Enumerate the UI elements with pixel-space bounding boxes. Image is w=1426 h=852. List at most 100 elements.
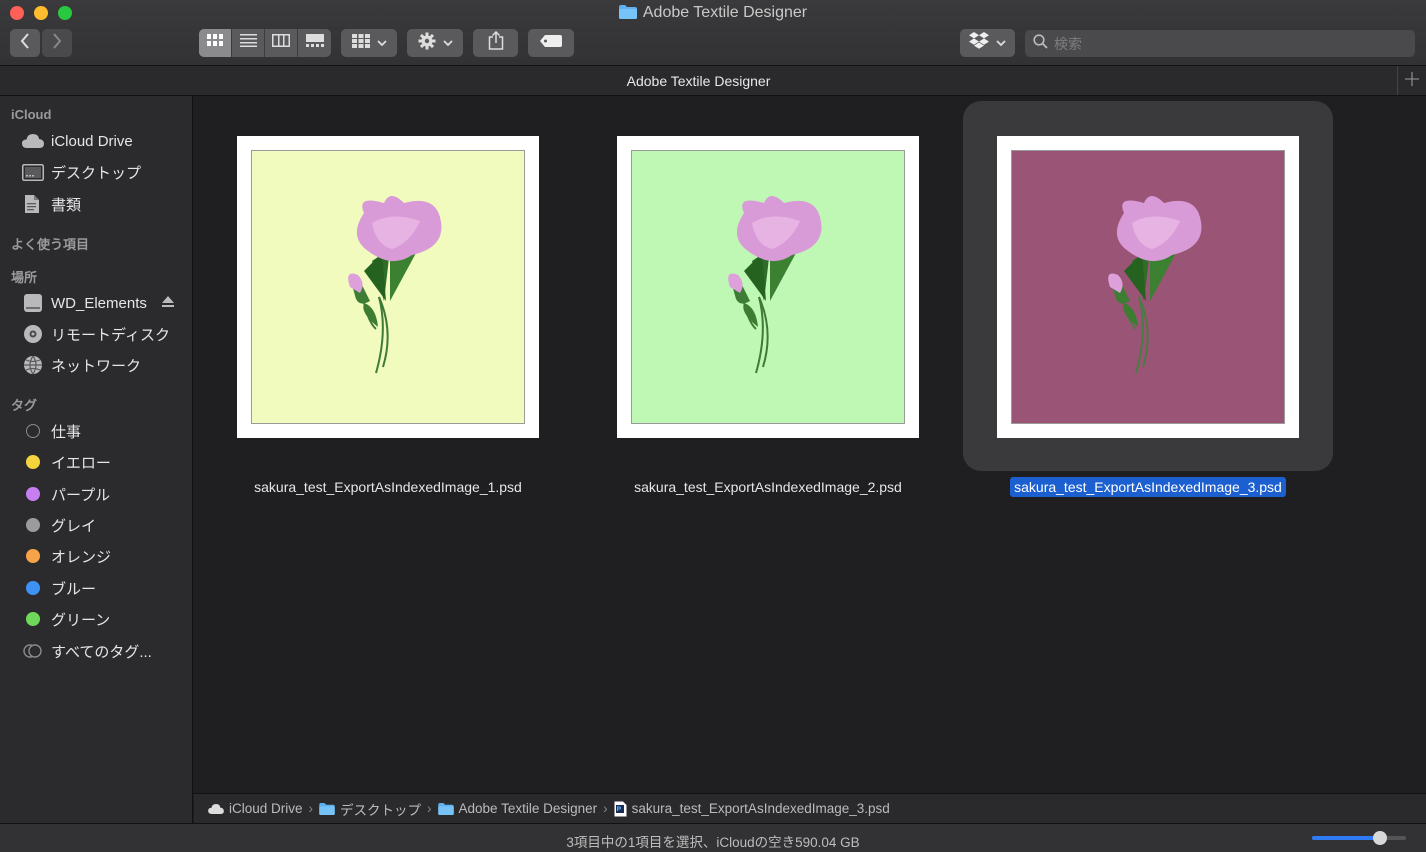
gallery-view-icon bbox=[305, 34, 324, 52]
file-name: sakura_test_ExportAsIndexedImage_2.psd bbox=[634, 479, 902, 495]
chevron-left-icon bbox=[20, 32, 30, 54]
tab-bar: Adobe Textile Designer bbox=[0, 66, 1426, 96]
sidebar-item-desktop[interactable]: デスクトップ bbox=[22, 160, 141, 184]
sidebar-item-tag-gray[interactable]: グレイ bbox=[22, 513, 96, 537]
action-button[interactable] bbox=[407, 29, 463, 57]
tag-button[interactable] bbox=[528, 29, 574, 57]
sidebar-item-tag-blue[interactable]: ブルー bbox=[22, 576, 96, 600]
sidebar-item-remote-disc[interactable]: リモートディスク bbox=[22, 322, 170, 346]
status-bar: 3項目中の1項目を選択、iCloudの空き590.04 GB bbox=[0, 823, 1426, 852]
path-separator-icon: › bbox=[603, 801, 608, 816]
sidebar-item-label: すべてのタグ... bbox=[51, 643, 152, 661]
file-name: sakura_test_ExportAsIndexedImage_1.psd bbox=[254, 479, 522, 495]
icon-size-slider[interactable] bbox=[1312, 831, 1406, 845]
sidebar-item-label: パープル bbox=[51, 486, 111, 504]
sidebar-section-tags: タグ bbox=[11, 398, 38, 413]
path-crumb-adobe-textile-designer[interactable]: Adobe Textile Designer bbox=[437, 801, 598, 816]
tag-dot-icon bbox=[22, 483, 44, 505]
window-title-text: Adobe Textile Designer bbox=[642, 4, 808, 21]
icon-size-slider-knob[interactable] bbox=[1373, 831, 1387, 845]
tag-dot-icon bbox=[22, 577, 44, 599]
new-tab-button[interactable] bbox=[1397, 66, 1426, 95]
share-button[interactable] bbox=[473, 29, 518, 57]
path-crumb-icloud-drive[interactable]: iCloud Drive bbox=[208, 801, 303, 816]
sidebar-item-label: デスクトップ bbox=[51, 164, 142, 182]
path-crumb-label: デスクトップ bbox=[340, 802, 422, 818]
file-name: sakura_test_ExportAsIndexedImage_3.psd bbox=[963, 477, 1333, 497]
sidebar-item-tag-yellow[interactable]: イエロー bbox=[22, 450, 111, 474]
cloud-icon bbox=[22, 130, 44, 152]
sidebar-item-tag-purple[interactable]: パープル bbox=[22, 482, 110, 506]
icon-view-icon bbox=[206, 34, 224, 52]
column-view-button[interactable] bbox=[265, 29, 298, 57]
sidebar-item-wd-elements[interactable]: WD_Elements bbox=[22, 291, 147, 315]
grid-icon bbox=[351, 33, 370, 53]
folder-icon bbox=[437, 802, 454, 815]
status-text: 3項目中の1項目を選択、iCloudの空き590.04 GB bbox=[566, 835, 860, 850]
eject-icon[interactable] bbox=[162, 295, 174, 307]
file-thumbnail-frame bbox=[203, 101, 573, 471]
path-separator-icon: › bbox=[427, 801, 432, 816]
gear-icon bbox=[418, 32, 436, 55]
all-tags-icon bbox=[22, 640, 44, 662]
view-mode-control bbox=[199, 29, 331, 57]
gallery-view-button[interactable] bbox=[298, 29, 331, 57]
path-crumb-file[interactable]: sakura_test_ExportAsIndexedImage_3.psd bbox=[614, 801, 890, 817]
icon-view-button[interactable] bbox=[199, 29, 232, 57]
sidebar-item-label: リモートディスク bbox=[51, 326, 170, 344]
sidebar-item-label: 仕事 bbox=[51, 423, 82, 441]
sidebar-item-label: イエロー bbox=[51, 454, 111, 472]
sidebar-item-label: ブルー bbox=[51, 580, 97, 598]
folder-icon bbox=[618, 5, 637, 24]
path-separator-icon: › bbox=[308, 801, 314, 816]
file-thumbnail bbox=[237, 136, 539, 438]
sidebar-item-label: 書類 bbox=[51, 196, 82, 214]
sakura-flower-image bbox=[348, 196, 442, 374]
file-thumbnail bbox=[617, 136, 919, 438]
sidebar-item-label: ネットワーク bbox=[51, 357, 142, 375]
chevron-right-icon bbox=[52, 32, 62, 54]
path-crumb-label: iCloud Drive bbox=[229, 801, 303, 816]
sidebar-item-label: WD_Elements bbox=[51, 294, 147, 312]
thumbnail-canvas bbox=[631, 150, 905, 424]
sidebar-item-label: グレイ bbox=[51, 517, 97, 535]
sidebar-section-icloud: iCloud bbox=[11, 107, 52, 122]
sidebar-item-icloud-drive[interactable]: iCloud Drive bbox=[22, 129, 133, 153]
search-input[interactable] bbox=[1054, 35, 1394, 52]
tab-adobe-textile-designer[interactable]: Adobe Textile Designer bbox=[0, 73, 1397, 89]
tag-dot-icon bbox=[22, 545, 44, 567]
window-title: Adobe Textile Designer bbox=[0, 4, 1426, 24]
sidebar-section-favorites: よく使う項目 bbox=[11, 237, 90, 252]
tag-dot-icon bbox=[22, 451, 44, 473]
sidebar-item-tag-green[interactable]: グリーン bbox=[22, 607, 110, 631]
thumbnail-canvas bbox=[251, 150, 525, 424]
plus-icon bbox=[1405, 69, 1419, 92]
list-view-button[interactable] bbox=[232, 29, 265, 57]
path-crumb-label: Adobe Textile Designer bbox=[458, 801, 598, 816]
path-bar: iCloud Drive › デスクトップ › Adobe Textile De… bbox=[194, 793, 1426, 823]
sidebar-item-label: iCloud Drive bbox=[51, 132, 133, 150]
dropbox-button[interactable] bbox=[960, 29, 1015, 57]
sidebar-section-locations: 場所 bbox=[11, 270, 38, 285]
file-browser: sakura_test_ExportAsIndexedImage_1.psd s… bbox=[194, 96, 1426, 793]
sidebar: iCloud iCloud Drive デスクトップ 書類 よく使う項目 場所 … bbox=[0, 96, 193, 823]
search-icon bbox=[1033, 33, 1048, 54]
folder-icon bbox=[319, 802, 335, 815]
finder-window: Adobe Textile Designer 検索 Adobe Textile … bbox=[0, 0, 1426, 852]
tag-dot-icon bbox=[22, 608, 44, 630]
sakura-flower-image bbox=[1108, 196, 1202, 374]
sidebar-item-documents[interactable]: 書類 bbox=[22, 192, 81, 216]
chevron-down-icon bbox=[442, 34, 453, 52]
sidebar-item-tag-orange[interactable]: オレンジ bbox=[22, 544, 111, 568]
group-button[interactable] bbox=[341, 29, 397, 57]
drive-icon bbox=[22, 292, 44, 314]
sidebar-item-all-tags[interactable]: すべてのタグ... bbox=[22, 639, 152, 663]
path-crumb-desktop[interactable]: デスクトップ bbox=[319, 799, 421, 819]
cloud-icon bbox=[208, 803, 224, 814]
sidebar-item-network[interactable]: ネットワーク bbox=[22, 353, 141, 377]
forward-button[interactable] bbox=[42, 29, 72, 57]
back-button[interactable] bbox=[10, 29, 40, 57]
search-field[interactable] bbox=[1025, 30, 1415, 57]
chevron-down-icon bbox=[996, 34, 1006, 52]
sidebar-item-tag-work[interactable]: 仕事 bbox=[22, 419, 81, 443]
